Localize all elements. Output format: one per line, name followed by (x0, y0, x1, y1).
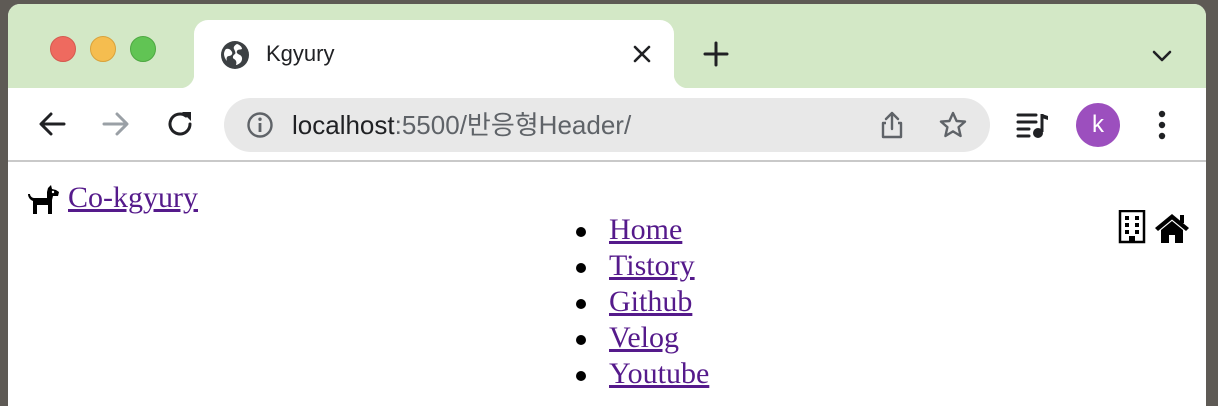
close-icon[interactable] (630, 42, 654, 66)
nav-link-velog[interactable]: Velog (609, 320, 679, 356)
profile-avatar[interactable]: k (1076, 103, 1120, 147)
forward-arrow-icon[interactable] (100, 108, 132, 140)
browser-toolbar: localhost:5500/반응형Header/ k (8, 88, 1206, 162)
browser-window: Kgyury localhost:5500/반응형Header/ k Co-kg… (8, 4, 1206, 406)
globe-icon (221, 41, 249, 69)
home-icon[interactable] (1154, 212, 1190, 244)
media-control-icon[interactable] (1016, 110, 1050, 140)
url-text[interactable]: localhost:5500/반응형Header/ (292, 110, 631, 140)
minimize-window-button[interactable] (90, 36, 116, 62)
page-content: Co-kgyury Home Tistory Github Velog Yout… (8, 162, 1206, 406)
nav-link-github[interactable]: Github (609, 284, 692, 320)
address-bar[interactable]: localhost:5500/반응형Header/ (224, 98, 990, 152)
more-menu-icon[interactable] (1150, 108, 1174, 142)
back-arrow-icon[interactable] (36, 108, 68, 140)
reload-icon[interactable] (164, 108, 196, 140)
dog-icon (28, 185, 59, 214)
tab-title: Kgyury (266, 41, 335, 66)
url-path: :5500/반응형Header/ (394, 110, 632, 140)
tab-strip: Kgyury (8, 4, 1206, 88)
new-tab-icon[interactable] (702, 40, 730, 68)
nav-link-home[interactable]: Home (609, 212, 682, 248)
share-icon[interactable] (878, 110, 906, 140)
info-icon[interactable] (246, 111, 274, 139)
chevron-down-icon[interactable] (1150, 44, 1174, 68)
maximize-window-button[interactable] (130, 36, 156, 62)
bookmark-star-icon[interactable] (938, 110, 968, 140)
close-window-button[interactable] (50, 36, 76, 62)
url-host: localhost (292, 110, 395, 140)
building-icon[interactable] (1118, 210, 1146, 244)
nav-link-tistory[interactable]: Tistory (609, 248, 695, 284)
tab-active[interactable]: Kgyury (180, 20, 688, 88)
nav-link-youtube[interactable]: Youtube (609, 356, 709, 392)
brand-link[interactable]: Co-kgyury (68, 180, 198, 216)
